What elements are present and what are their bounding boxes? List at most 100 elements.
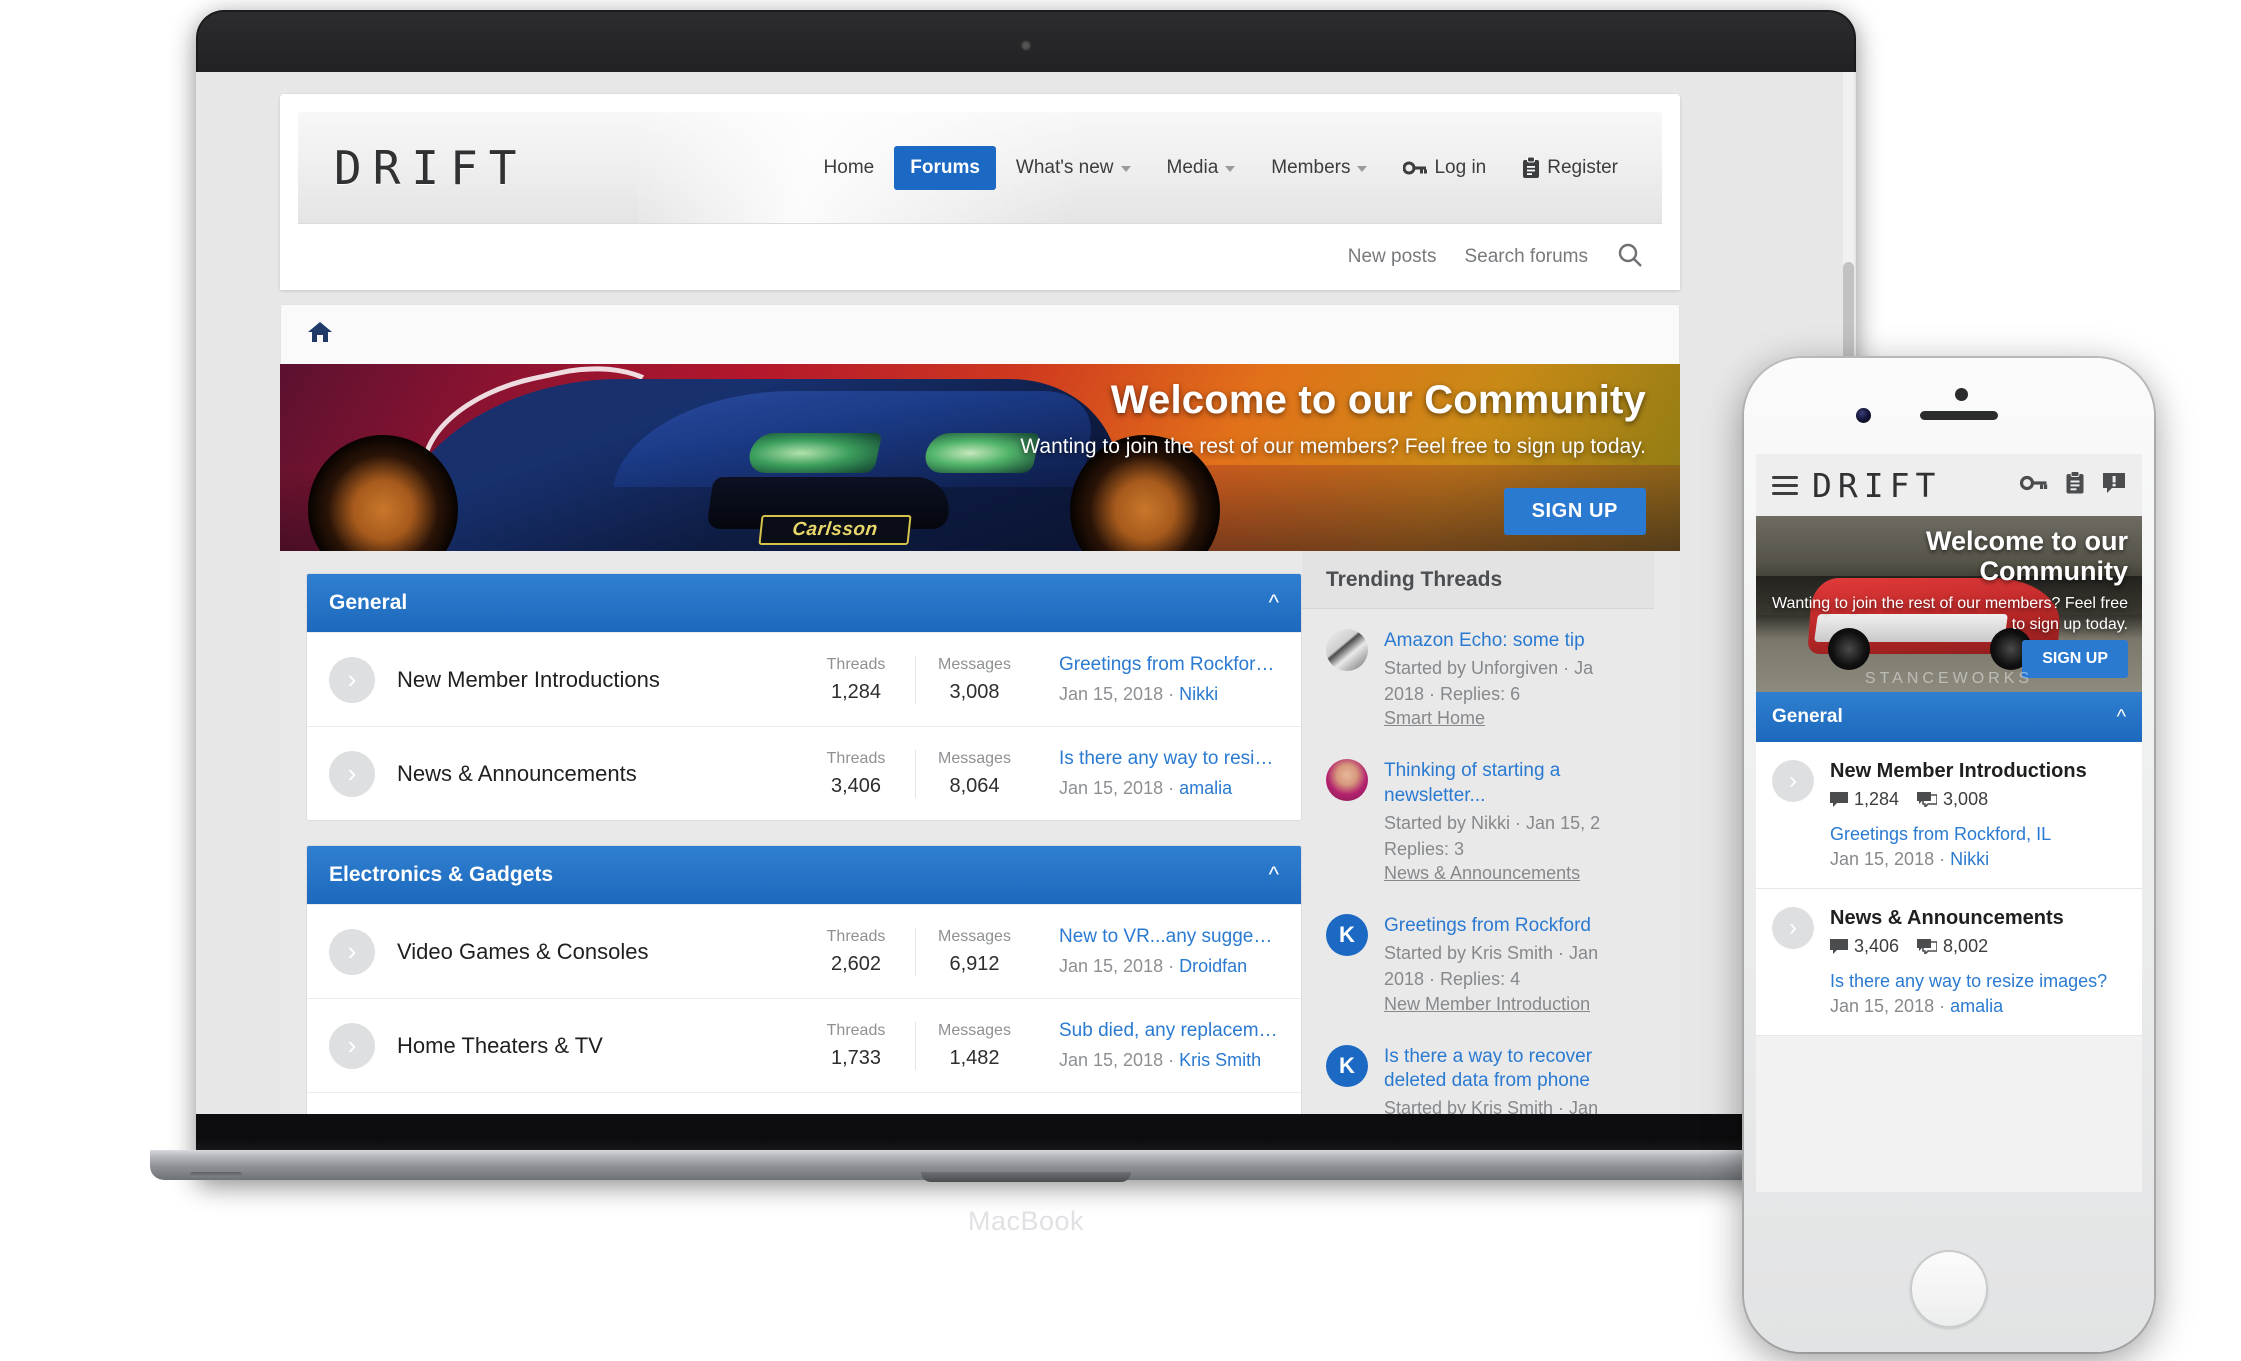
phone-forum-name[interactable]: New Member Introductions [1830,760,2126,783]
last-post-title[interactable]: New to VR...any suggestions? [1059,926,1279,948]
forum-row[interactable]: › News & Announcements Threads 3,406 Mes… [307,726,1301,820]
last-post-title[interactable]: Sub died, any replacement sugg… [1059,1020,1279,1042]
chevron-right-icon: › [329,656,375,703]
forum-row[interactable]: › New Member Introductions Threads 1,284… [307,632,1301,726]
last-post-user[interactable]: Nikki [1179,684,1218,704]
laptop-screen: DRIFT Home Forums What's new Media Membe… [196,72,1856,1114]
breadcrumb [280,304,1680,364]
trending-title[interactable]: Thinking of starting a newsletter... [1384,759,1636,808]
node-header[interactable]: Electronics & Gadgets ^ [307,846,1301,904]
phone-forum-name[interactable]: News & Announcements [1830,907,2126,930]
trending-title[interactable]: Is there a way to recover deleted data f… [1384,1045,1636,1094]
trending-item[interactable]: Amazon Echo: some tip Started by Unforgi… [1326,629,1636,729]
forum-name[interactable]: News & Announcements [397,761,797,787]
forum-name[interactable]: Video Games & Consoles [397,939,797,965]
nav-item-home[interactable]: Home [808,146,891,190]
search-icon[interactable] [1616,241,1644,274]
trending-item[interactable]: K Is there a way to recover deleted data… [1326,1044,1636,1114]
node-header[interactable]: General ^ [307,574,1301,632]
phone-hero-subtitle: Wanting to join the rest of our members?… [1771,595,2128,634]
trending-sidebar: Trending Threads Amazon Echo: some tip S… [1302,551,1654,1114]
threads-value: 2,602 [830,952,882,975]
threads-value: 1,733 [830,1046,882,1069]
last-post-title[interactable]: Greetings from Rockford, IL [1059,654,1279,676]
forum-body: General ^ › New Member Introductions Thr… [280,551,1680,1114]
trending-item[interactable]: Thinking of starting a newsletter... Sta… [1326,759,1636,884]
sidebar-title: Trending Threads [1302,551,1654,609]
phone-home-button[interactable] [1910,1250,1988,1328]
search-forums-link[interactable]: Search forums [1464,246,1588,268]
node-title: General [329,591,408,614]
last-post-title[interactable]: Is there any way to resize image… [1059,748,1279,770]
nav-item-forums[interactable]: Forums [894,145,996,190]
phone-last-post-user[interactable]: Nikki [1950,849,1989,869]
chevron-down-icon [1357,166,1368,172]
trending-node[interactable]: Smart Home [1384,708,1485,729]
laptop-mockup: DRIFT Home Forums What's new Media Membe… [150,10,1902,1236]
messages-label: Messages [938,749,1011,767]
forum-name[interactable]: Home Theaters & TV [397,1033,797,1059]
phone-forum-row[interactable]: › News & Announcements 3,406 8,002 Is th… [1756,889,2142,1036]
alert-message-icon[interactable] [2102,471,2126,500]
phone-site-logo[interactable]: DRIFT [1812,466,1941,505]
threads-label: Threads [826,655,886,673]
phone-last-post-user[interactable]: amalia [1950,996,2003,1016]
hero-banner: Carlsson Welcome to our Community Wantin… [280,364,1680,551]
chevron-up-icon[interactable]: ^ [1269,862,1279,888]
forum-row[interactable]: › Digital Cameras Threads 747 Messages 1… [307,1092,1301,1114]
message-count: 3,008 [1917,789,1988,810]
hamburger-icon[interactable] [1772,471,1798,500]
phone-mockup: DRIFT Welcome to our Community Wanting t… [1744,358,2154,1352]
message-icon [1917,939,1938,954]
messages-stat: Messages 3,008 [915,655,1033,704]
nav-item-media[interactable]: Media [1151,146,1252,190]
last-post-user[interactable]: amalia [1179,778,1232,798]
screenshot-stage: DRIFT Home Forums What's new Media Membe… [0,0,2241,1361]
site-logo[interactable]: DRIFT [334,141,527,195]
new-posts-link[interactable]: New posts [1348,246,1437,268]
phone-last-post-title[interactable]: Is there any way to resize images? [1830,971,2126,992]
register-label: Register [1547,156,1618,178]
trending-title[interactable]: Amazon Echo: some tip [1384,629,1636,654]
trending-node[interactable]: News & Announcements [1384,863,1580,884]
nav-label: Members [1271,156,1351,178]
nav-label: Forums [910,156,980,178]
messages-value: 8,064 [949,774,1000,797]
nav-item-members[interactable]: Members [1255,146,1383,190]
car-license-plate: Carlsson [758,515,912,545]
nav-item-whats-new[interactable]: What's new [1000,146,1147,190]
threads-stat: Threads 2,602 [797,928,915,976]
forum-name[interactable]: New Member Introductions [397,667,797,693]
home-icon[interactable] [307,320,333,349]
last-post: Greetings from Rockford, IL Jan 15, 2018… [1033,654,1279,705]
threads-value: 1,284 [830,680,882,703]
trending-node[interactable]: New Member Introduction [1384,994,1590,1015]
phone-nav-icons [2019,470,2126,500]
hero-watermark: STANCEWORKS [1864,670,2034,687]
phone-camera-icon [1856,408,1871,423]
register-button[interactable]: Register [1506,146,1634,190]
laptop-brand-label: MacBook [967,1206,1085,1236]
forum-row[interactable]: › Home Theaters & TV Threads 1,733 Messa… [307,998,1301,1092]
phone-forum-row[interactable]: › New Member Introductions 1,284 3,008 G… [1756,742,2142,889]
chevron-up-icon[interactable]: ^ [2117,706,2126,729]
clipboard-icon[interactable] [2065,470,2085,500]
hero-signup-button[interactable]: SIGN UP [1503,488,1646,535]
login-button[interactable]: Log in [1387,146,1502,190]
phone-last-post-date: Jan 15, 2018 [1830,849,1935,869]
last-post-user[interactable]: Droidfan [1179,956,1247,976]
login-label: Log in [1434,156,1487,178]
threads-stat: Threads 1,733 [797,1022,915,1070]
forum-row[interactable]: › Video Games & Consoles Threads 2,602 M… [307,904,1301,998]
node-block-general: General ^ › New Member Introductions Thr… [306,573,1302,821]
last-post-user[interactable]: Kris Smith [1179,1050,1261,1070]
thread-icon [1830,939,1848,954]
messages-value: 1,482 [949,1046,1000,1069]
key-icon[interactable] [2019,473,2048,498]
trending-item[interactable]: K Greetings from Rockford Started by Kri… [1326,914,1636,1014]
chevron-up-icon[interactable]: ^ [1269,590,1279,616]
phone-last-post-title[interactable]: Greetings from Rockford, IL [1830,824,2126,845]
nav-label: Media [1166,156,1219,178]
phone-node-header[interactable]: General ^ [1756,692,2142,742]
trending-title[interactable]: Greetings from Rockford [1384,914,1636,939]
